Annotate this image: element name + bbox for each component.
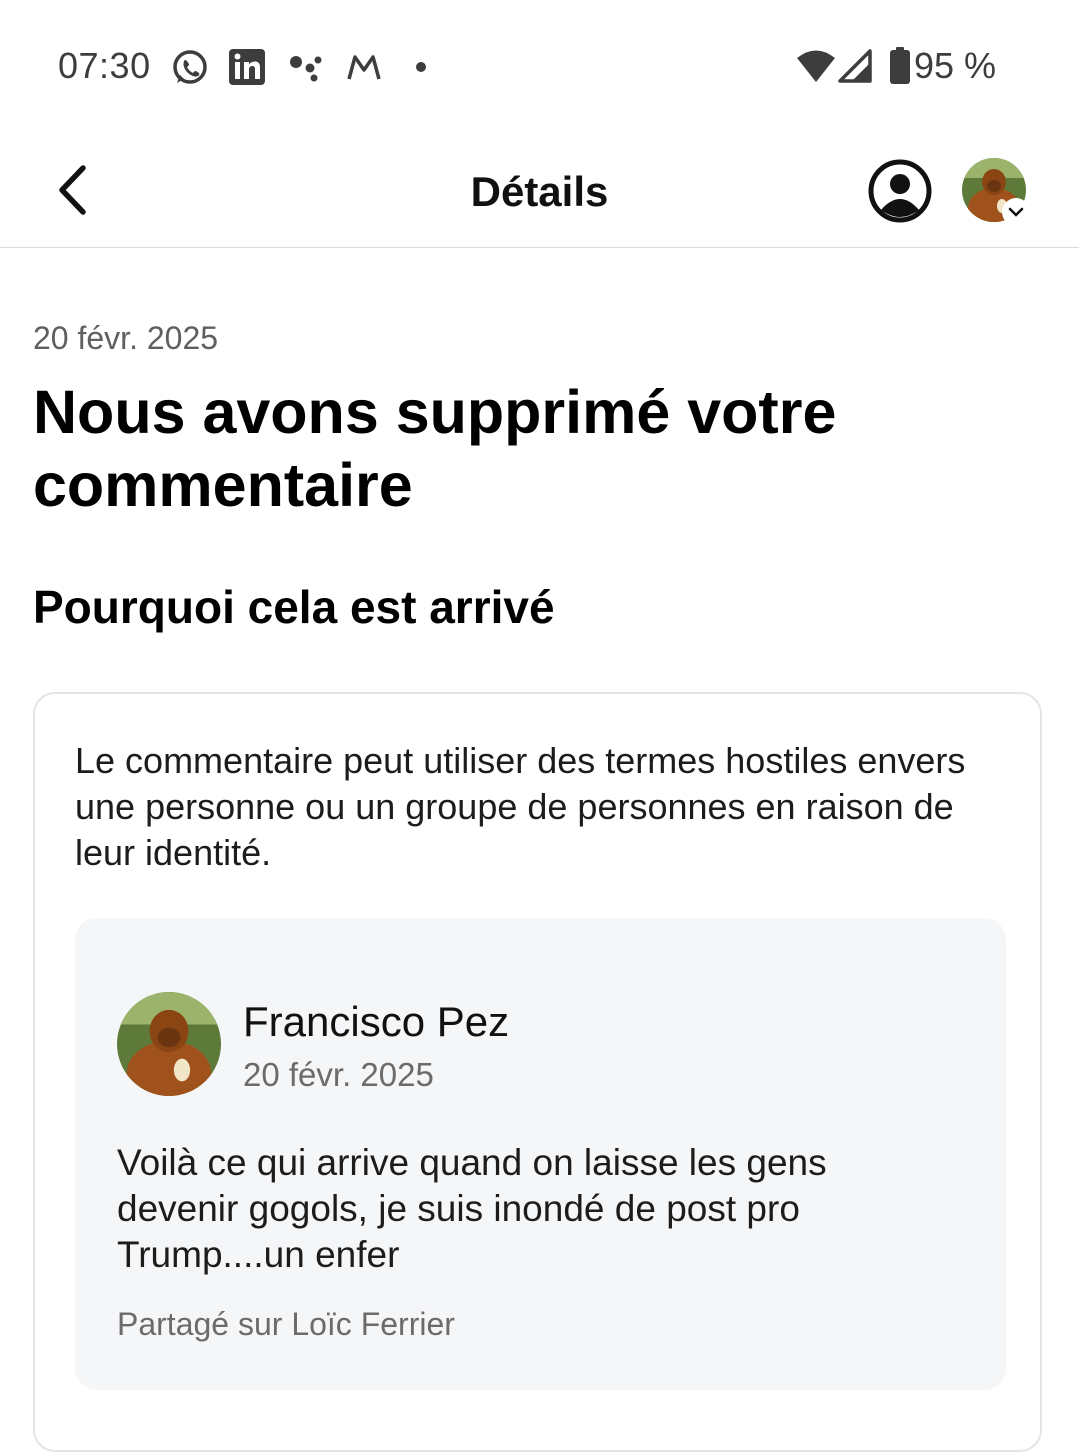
app-bar: Détails <box>0 130 1079 248</box>
notification-icons <box>170 46 440 88</box>
linkedin-icon <box>229 49 265 85</box>
comment-date: 20 févr. 2025 <box>243 1056 434 1093</box>
more-notifications-dot-icon <box>416 62 426 72</box>
profile-button[interactable] <box>867 158 933 224</box>
orangutan-avatar-image <box>117 992 221 1096</box>
comment-author-name[interactable]: Francisco Pez <box>243 998 509 1046</box>
status-time: 07:30 <box>58 45 151 86</box>
gmail-icon <box>347 55 381 80</box>
wifi-icon <box>797 50 835 82</box>
status-right: 95 % <box>796 45 1016 87</box>
cellular-signal-icon <box>838 49 872 83</box>
battery-icon <box>890 47 910 84</box>
reason-card: Le commentaire peut utiliser des termes … <box>33 692 1042 1452</box>
assistant-dots-icon <box>290 56 322 82</box>
removed-comment: Francisco Pez 20 févr. 2025 Voilà ce qui… <box>75 918 1006 1390</box>
notice-headline: Nous avons supprimé votre commentaire <box>33 378 837 519</box>
status-bar: 07:30 95 % <box>0 0 1079 130</box>
battery-percent: 95 % <box>914 45 997 86</box>
comment-text: Voilà ce qui arrive quand on laisse les … <box>117 1142 827 1275</box>
shared-on-label: Partagé sur Loïc Ferrier <box>117 1306 455 1342</box>
comment-author-avatar[interactable] <box>117 992 221 1096</box>
whatsapp-icon <box>173 50 207 84</box>
avatar-menu-button[interactable] <box>1002 198 1030 226</box>
notice-date: 20 févr. 2025 <box>33 320 219 356</box>
account-circle-icon <box>868 159 932 223</box>
reason-text: Le commentaire peut utiliser des termes … <box>75 740 966 873</box>
chevron-down-icon <box>1008 207 1024 217</box>
why-title: Pourquoi cela est arrivé <box>33 581 555 633</box>
